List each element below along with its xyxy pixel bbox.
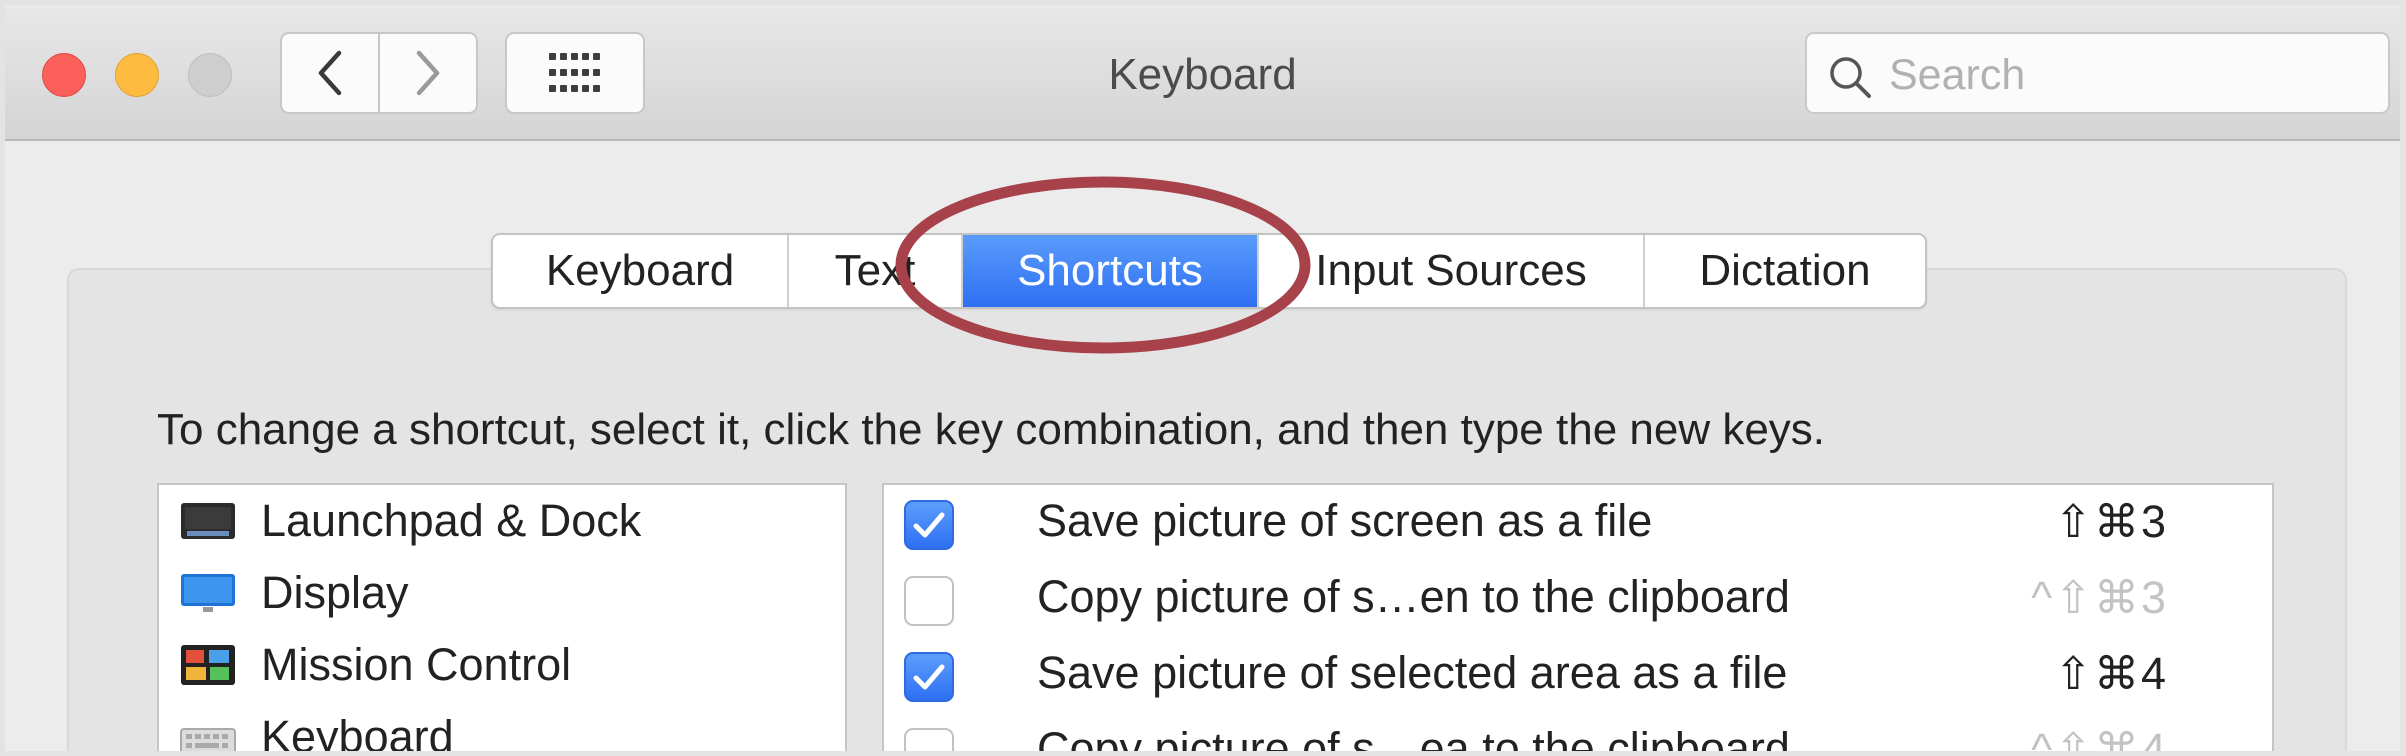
shortcut-checkbox[interactable] (904, 500, 954, 550)
shortcut-label: Save picture of screen as a file (1037, 495, 1653, 546)
category-display[interactable]: Display (179, 563, 409, 623)
shortcut-row[interactable]: Save picture of screen as a file ⇧⌘3 (884, 487, 2272, 557)
category-launchpad-dock[interactable]: Launchpad & Dock (179, 491, 641, 551)
tab-bar: Keyboard Text Shortcuts Input Sources Di… (491, 233, 1927, 309)
mission-control-icon (179, 643, 237, 687)
shortcut-keys[interactable]: ^⇧⌘3 (2031, 571, 2168, 624)
keyboard-icon (179, 715, 237, 751)
tab-shortcuts[interactable]: Shortcuts (963, 235, 1259, 307)
category-keyboard[interactable]: Keyboard (179, 707, 454, 751)
category-label: Mission Control (261, 639, 572, 690)
display-icon (179, 571, 237, 615)
tab-keyboard[interactable]: Keyboard (493, 235, 789, 307)
shortcut-keys[interactable]: ^⇧⌘4 (2031, 723, 2168, 751)
shortcut-row[interactable]: Copy picture of s…ea to the clipboard ^⇧… (884, 715, 2272, 751)
category-label: Display (261, 567, 409, 618)
shortcut-row[interactable]: Copy picture of s…en to the clipboard ^⇧… (884, 563, 2272, 633)
shortcut-row[interactable]: Save picture of selected area as a file … (884, 639, 2272, 709)
instructions-text: To change a shortcut, select it, click t… (157, 405, 1826, 454)
shortcut-label: Save picture of selected area as a file (1037, 647, 1788, 698)
shortcut-label: Copy picture of s…ea to the clipboard (1037, 723, 1790, 751)
title-bar: Keyboard (5, 5, 2400, 141)
category-label: Keyboard (261, 711, 454, 751)
tab-text[interactable]: Text (789, 235, 963, 307)
category-mission-control[interactable]: Mission Control (179, 635, 571, 695)
search-icon (1830, 57, 1871, 98)
category-list[interactable]: Launchpad & Dock Display Mission Control… (157, 483, 847, 751)
shortcut-keys[interactable]: ⇧⌘3 (2054, 495, 2168, 548)
search-input[interactable] (1887, 44, 2371, 106)
category-label: Launchpad & Dock (261, 495, 642, 546)
shortcut-keys[interactable]: ⇧⌘4 (2054, 647, 2168, 700)
shortcut-list[interactable]: Save picture of screen as a file ⇧⌘3 Cop… (882, 483, 2274, 751)
shortcut-checkbox[interactable] (904, 728, 954, 751)
shortcut-checkbox[interactable] (904, 576, 954, 626)
tab-input-sources[interactable]: Input Sources (1259, 235, 1645, 307)
shortcut-label: Copy picture of s…en to the clipboard (1037, 571, 1790, 622)
tab-dictation[interactable]: Dictation (1645, 235, 1925, 307)
search-field[interactable] (1805, 32, 2390, 114)
preferences-window: Keyboard Keyboard Text Shortcuts Input S… (5, 5, 2400, 751)
launchpad-dock-icon (179, 499, 237, 543)
checkmark-icon (913, 664, 945, 690)
shortcut-checkbox[interactable] (904, 652, 954, 702)
checkmark-icon (913, 512, 945, 538)
